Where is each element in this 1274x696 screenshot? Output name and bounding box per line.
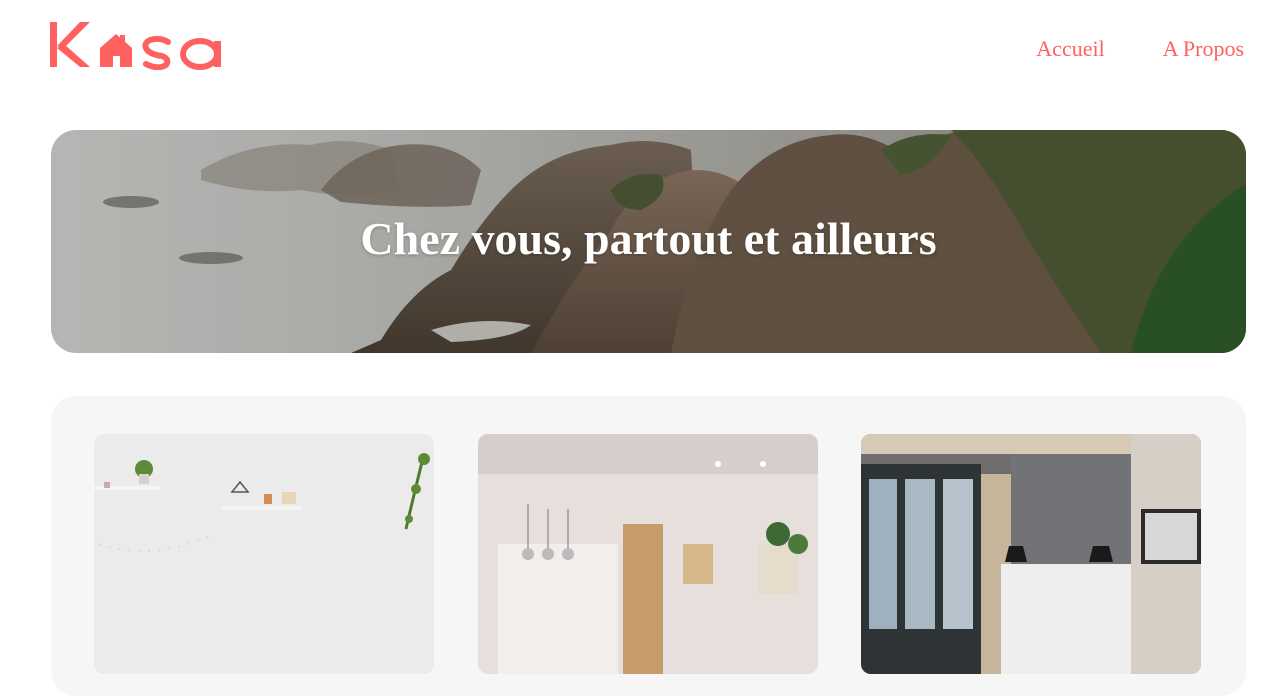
nav-link-accueil[interactable]: Accueil: [1036, 36, 1104, 62]
listing-card-image: [94, 434, 434, 674]
hero-banner: Chez vous, partout et ailleurs: [51, 130, 1246, 353]
listing-card[interactable]: [478, 434, 818, 674]
main-nav: Accueil A Propos: [1036, 36, 1244, 62]
kasa-logo-icon: [50, 22, 221, 70]
listing-card[interactable]: [94, 434, 434, 674]
nav-link-a-propos[interactable]: A Propos: [1163, 36, 1244, 62]
listings-gallery: [51, 396, 1246, 696]
kasa-logo[interactable]: [50, 20, 232, 70]
listing-card-image: [861, 434, 1201, 674]
hero-title: Chez vous, partout et ailleurs: [360, 213, 937, 264]
listing-card-image: [478, 434, 818, 674]
listing-card[interactable]: [861, 434, 1201, 674]
site-header: Accueil A Propos: [0, 0, 1274, 100]
